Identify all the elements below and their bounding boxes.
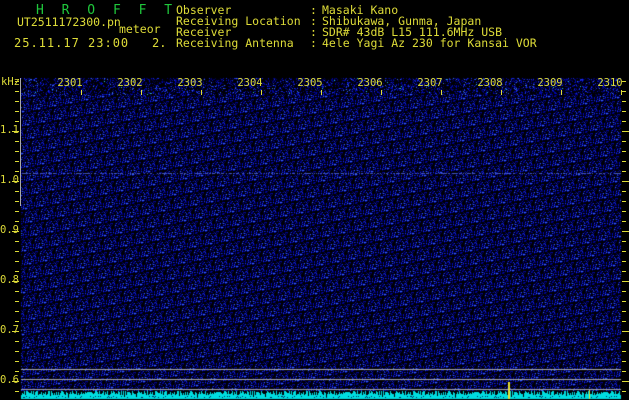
- info-label: Receiving Antenna: [176, 36, 294, 50]
- y-axis-tick-mark-left: [15, 161, 19, 162]
- station-info-block: Observer: Masaki Kano Receiving Location: S…: [176, 4, 537, 50]
- y-axis-tick-mark-left: [15, 351, 19, 352]
- info-separator: :: [310, 36, 317, 50]
- y-axis-tick-mark-left: [15, 321, 19, 322]
- y-axis-tick-mark-left: [15, 81, 19, 82]
- y-axis-line: [20, 78, 21, 206]
- y-axis-tick-mark-right: [622, 231, 629, 232]
- y-axis-tick-mark-right: [622, 391, 626, 392]
- y-axis-tick-mark-right: [622, 251, 626, 252]
- y-axis-tick-mark-left: [15, 151, 19, 152]
- y-axis-tick-mark-right: [622, 321, 626, 322]
- x-axis-tick-mark: [321, 90, 322, 95]
- y-axis-tick-mark-left: [15, 371, 19, 372]
- y-axis-tick-mark-right: [622, 151, 626, 152]
- y-axis-tick-mark-right: [622, 351, 626, 352]
- y-axis-tick-mark-right: [622, 271, 626, 272]
- y-axis-tick-mark-right: [622, 171, 626, 172]
- y-axis-tick-mark-left: [15, 341, 19, 342]
- y-axis-tick-mark-left: [15, 101, 19, 102]
- y-axis-tick-mark-right: [622, 81, 626, 82]
- y-axis-tick-mark-right: [622, 261, 626, 262]
- y-axis-tick-mark-right: [622, 311, 626, 312]
- spectrogram-canvas: [0, 0, 629, 400]
- y-axis-tick-mark-right: [622, 111, 626, 112]
- y-axis-tick-mark-right: [622, 181, 629, 182]
- x-axis-tick-mark: [141, 90, 142, 95]
- datetime-label: 25.11.17 23:00: [14, 36, 130, 50]
- y-axis-tick-mark-right: [622, 211, 626, 212]
- counter-label: 2.: [152, 36, 167, 50]
- y-axis-tick-mark-left: [15, 91, 19, 92]
- x-axis-tick-mark: [501, 90, 502, 95]
- y-axis-tick-mark-left: [15, 301, 19, 302]
- y-axis-tick-mark-left: [15, 111, 19, 112]
- x-axis-tick-label: 2304: [237, 77, 263, 89]
- file-tag-label: meteor: [119, 22, 161, 36]
- y-axis-unit-label: kHz: [1, 76, 20, 88]
- x-axis-tick-mark: [441, 90, 442, 95]
- y-axis-tick-mark-right: [622, 191, 626, 192]
- x-axis-tick-label: 2302: [117, 77, 143, 89]
- y-axis-tick-mark-left: [15, 391, 19, 392]
- y-axis-tick-mark-right: [622, 141, 626, 142]
- y-axis-tick-mark-left: [15, 261, 19, 262]
- x-axis-tick-label: 2308: [477, 77, 503, 89]
- y-axis-tick-mark-right: [622, 101, 626, 102]
- y-axis-tick-mark-left: [15, 251, 19, 252]
- x-axis-tick-label: 2301: [57, 77, 83, 89]
- y-axis-tick-mark-right: [622, 301, 626, 302]
- y-axis-tick-mark-right: [622, 341, 626, 342]
- y-axis-tick-mark-right: [622, 331, 629, 332]
- y-axis-tick-mark-right: [622, 381, 629, 382]
- y-axis-tick-mark-left: [15, 291, 19, 292]
- y-axis-tick-mark-left: [15, 311, 19, 312]
- y-axis-tick-mark-right: [622, 221, 626, 222]
- y-axis-tick-mark-left: [12, 231, 19, 232]
- y-axis-tick-mark-left: [15, 271, 19, 272]
- y-axis-tick-mark-left: [15, 201, 19, 202]
- y-axis-tick-mark-left: [15, 211, 19, 212]
- x-axis-tick-mark: [561, 90, 562, 95]
- y-axis-tick-mark-left: [15, 171, 19, 172]
- y-axis-tick-mark-left: [12, 281, 19, 282]
- y-axis-tick-mark-left: [12, 181, 19, 182]
- filename-label: UT2511172300.pn: [17, 15, 121, 29]
- y-axis-tick-mark-right: [622, 241, 626, 242]
- y-axis-tick-mark-right: [622, 361, 626, 362]
- y-axis-tick-mark-left: [15, 121, 19, 122]
- y-axis-tick-mark-right: [622, 201, 626, 202]
- y-axis-tick-mark-right: [622, 121, 626, 122]
- x-axis-tick-mark: [81, 90, 82, 95]
- y-axis-tick-mark-left: [15, 221, 19, 222]
- y-axis-tick-mark-right: [622, 131, 629, 132]
- y-axis-tick-mark-right: [622, 291, 626, 292]
- x-axis-tick-label: 2305: [297, 77, 323, 89]
- info-value: 4ele Yagi Az 230 for Kansai VOR: [322, 36, 537, 50]
- y-axis-tick-mark-left: [15, 191, 19, 192]
- y-axis-tick-mark-left: [12, 381, 19, 382]
- x-axis-tick-mark: [261, 90, 262, 95]
- y-axis-tick-mark-left: [15, 241, 19, 242]
- x-axis-tick-label: 2307: [417, 77, 443, 89]
- y-axis-tick-mark-left: [15, 361, 19, 362]
- y-axis-tick-mark-right: [622, 91, 626, 92]
- y-axis-tick-mark-left: [15, 141, 19, 142]
- x-axis-tick-mark: [201, 90, 202, 95]
- station-info-row: Receiving Antenna:4ele Yagi Az 230 for K…: [176, 36, 537, 50]
- y-axis-tick-mark-right: [622, 281, 629, 282]
- x-axis-tick-label: 2306: [357, 77, 383, 89]
- y-axis-tick-mark-right: [622, 161, 626, 162]
- x-axis-tick-mark: [381, 90, 382, 95]
- hrofft-window: H R O F F T UT2511172300.pn meteor 25.11…: [0, 0, 629, 400]
- x-axis-tick-label: 2309: [537, 77, 563, 89]
- y-axis-tick-mark-left: [12, 131, 19, 132]
- y-axis-tick-mark-right: [622, 371, 626, 372]
- x-axis-tick-label: 2303: [177, 77, 203, 89]
- x-axis-tick-label: 2310: [597, 77, 623, 89]
- y-axis-tick-mark-left: [12, 331, 19, 332]
